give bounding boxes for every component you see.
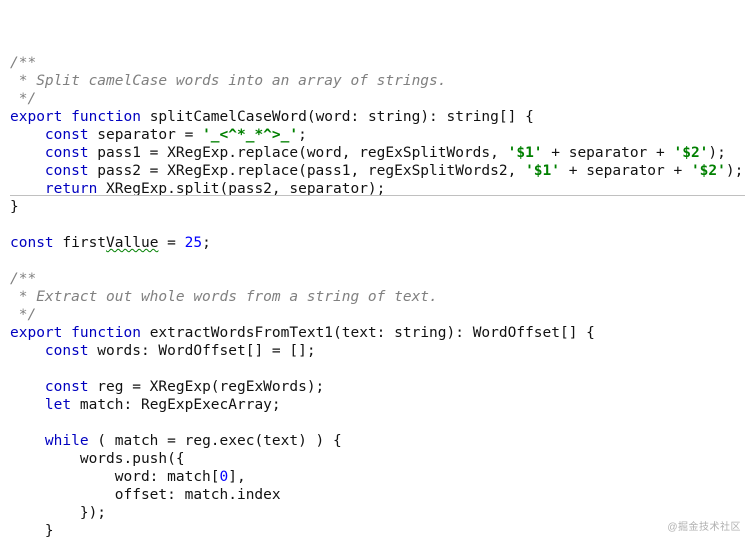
code-token: * Split camelCase words into an array of… [10, 73, 447, 89]
code-token: }); [10, 505, 106, 521]
code-token: } [10, 199, 19, 215]
code-token: + separator + [543, 145, 674, 161]
watermark: @掘金技术社区 [667, 519, 741, 537]
code-token: reg = XRegExp(regExWords); [89, 379, 325, 395]
code-token: export [10, 325, 62, 341]
code-line: export function extractWordsFromText1(te… [10, 324, 745, 342]
code-line: /** [10, 54, 745, 72]
code-line [10, 360, 745, 378]
code-token: '$2' [691, 163, 726, 179]
code-line: const reg = XRegExp(regExWords); [10, 378, 745, 396]
code-token: const [45, 163, 89, 179]
code-token: export [10, 109, 62, 125]
code-token: ); [708, 145, 725, 161]
code-token: first [54, 235, 106, 251]
code-token: * Extract out whole words from a string … [10, 289, 438, 305]
code-token: '$1' [508, 145, 543, 161]
code-line: * Extract out whole words from a string … [10, 288, 745, 306]
code-line: word: match[0], [10, 468, 745, 486]
code-line: while ( match = reg.exec(text) ) { [10, 432, 745, 450]
separator-rule [10, 195, 745, 196]
code-token: word: match[ [10, 469, 220, 485]
code-token: const [10, 235, 54, 251]
code-token [10, 379, 45, 395]
code-token [10, 415, 19, 431]
code-line: const pass2 = XRegExp.replace(pass1, reg… [10, 162, 745, 180]
code-editor: /** * Split camelCase words into an arra… [0, 0, 745, 539]
code-token: words: WordOffset[] = []; [89, 343, 316, 359]
code-token [10, 145, 45, 161]
code-token: ( match = reg.exec(text) ) { [89, 433, 342, 449]
code-token [10, 163, 45, 179]
code-line: const pass1 = XRegExp.replace(word, regE… [10, 144, 745, 162]
code-line: /** [10, 270, 745, 288]
code-line [10, 216, 745, 234]
code-token: /** [10, 271, 36, 287]
code-token: const [45, 127, 89, 143]
code-line [10, 414, 745, 432]
code-token: const [45, 145, 89, 161]
code-token: while [45, 433, 89, 449]
code-token [10, 343, 45, 359]
code-token: words.push({ [10, 451, 185, 467]
code-line: */ [10, 306, 745, 324]
code-token: pass1 = XRegExp.replace(word, regExSplit… [89, 145, 508, 161]
code-line: let match: RegExpExecArray; [10, 396, 745, 414]
code-token: */ [10, 307, 36, 323]
code-line: const separator = '_<^*_*^>_'; [10, 126, 745, 144]
code-token [62, 109, 71, 125]
code-token: } [10, 523, 54, 539]
code-token: ], [228, 469, 245, 485]
code-token: ; [298, 127, 307, 143]
code-line: offset: match.index [10, 486, 745, 504]
code-token: 25 [185, 235, 202, 251]
code-token: separator = [89, 127, 203, 143]
code-token: */ [10, 91, 36, 107]
code-token: splitCamelCaseWord(word: string): string… [141, 109, 534, 125]
code-token: ); [726, 163, 743, 179]
code-line: const words: WordOffset[] = []; [10, 342, 745, 360]
code-line: * Split camelCase words into an array of… [10, 72, 745, 90]
code-token: '$1' [525, 163, 560, 179]
code-token: = [158, 235, 184, 251]
code-line [10, 252, 745, 270]
code-token: function [71, 109, 141, 125]
code-token: Vallue [106, 235, 158, 251]
code-line: words.push({ [10, 450, 745, 468]
code-token: + separator + [560, 163, 691, 179]
code-line: */ [10, 90, 745, 108]
code-token: let [45, 397, 71, 413]
code-token [10, 433, 45, 449]
code-token: const [45, 343, 89, 359]
code-token: function [71, 325, 141, 341]
code-line: export function splitCamelCaseWord(word:… [10, 108, 745, 126]
code-token [10, 217, 19, 233]
code-token: '_<^*_*^>_' [202, 127, 298, 143]
code-token [10, 127, 45, 143]
code-token: match: RegExpExecArray; [71, 397, 281, 413]
code-token: ; [202, 235, 211, 251]
code-token: pass2 = XRegExp.replace(pass1, regExSpli… [89, 163, 526, 179]
code-token [10, 253, 19, 269]
code-token [10, 397, 45, 413]
code-token: /** [10, 55, 36, 71]
code-line: }); [10, 504, 745, 522]
code-token [62, 325, 71, 341]
code-token: const [45, 379, 89, 395]
code-token: extractWordsFromText1(text: string): Wor… [141, 325, 595, 341]
code-line: } [10, 522, 745, 539]
code-token: '$2' [673, 145, 708, 161]
code-token: offset: match.index [10, 487, 281, 503]
code-token: 0 [220, 469, 229, 485]
code-line: const firstVallue = 25; [10, 234, 745, 252]
code-token [10, 361, 19, 377]
code-line: } [10, 198, 745, 216]
